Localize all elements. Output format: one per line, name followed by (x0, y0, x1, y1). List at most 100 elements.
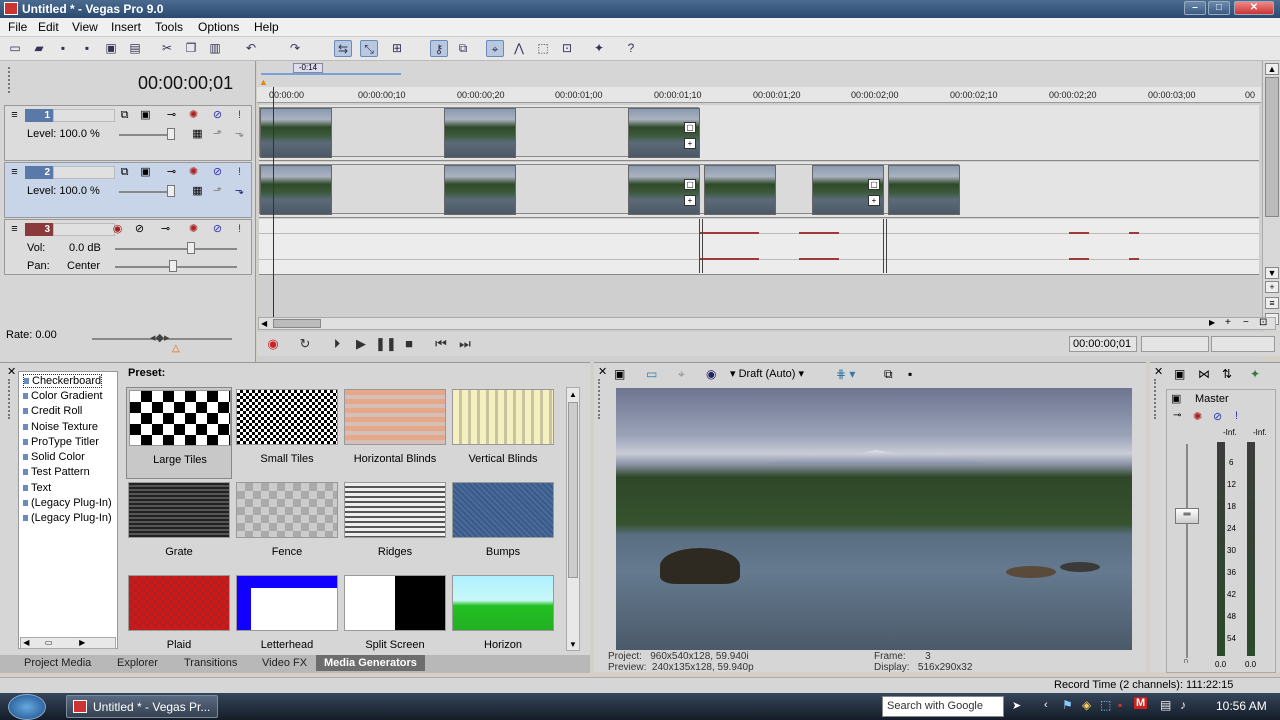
scroll-thumb[interactable] (568, 402, 578, 578)
mute-icon[interactable]: ⊸ (159, 223, 172, 236)
network-icon[interactable]: ▤ (1160, 698, 1171, 712)
pause-icon[interactable]: ❚❚ (375, 336, 397, 352)
generator-item[interactable]: ProType Titler (23, 436, 99, 448)
generator-item[interactable]: Solid Color (23, 451, 85, 463)
scroll-thumb[interactable] (273, 319, 321, 328)
fx-icon[interactable]: ✺ (187, 223, 200, 236)
track-menu-icon[interactable]: ≡ (8, 223, 21, 236)
composite-mode-icon[interactable]: ▦ (191, 185, 204, 198)
generator-item[interactable]: Noise Texture (23, 421, 98, 433)
preset-ridges[interactable]: Ridges (342, 480, 448, 572)
invert-phase-icon[interactable]: ⊘ (133, 223, 146, 236)
auto-ripple-icon[interactable]: ⇆ (334, 40, 352, 57)
render-icon[interactable]: ▣ (102, 40, 120, 57)
tab-project-media[interactable]: Project Media (24, 657, 91, 669)
arm-record-icon[interactable]: ! (233, 166, 246, 179)
level-slider-knob[interactable] (167, 185, 175, 197)
fx-icon[interactable]: ✺ (187, 166, 200, 179)
panel-grip[interactable] (8, 379, 11, 419)
cut-icon[interactable]: ✂ (158, 40, 176, 57)
close-panel-icon[interactable]: ✕ (598, 365, 607, 378)
properties-icon[interactable]: ▤ (126, 40, 144, 57)
zoom-in-time-icon[interactable]: + (1225, 317, 1231, 328)
rate-knob-icon[interactable]: ◂◆▸ (150, 331, 170, 344)
timeline-horizontal-scrollbar[interactable]: ◀ ▶ + − ⊡ (258, 317, 1276, 330)
scroll-down-icon[interactable]: ▼ (569, 640, 577, 649)
mixer-insert-bus-icon[interactable]: ⋈ (1198, 367, 1210, 381)
menu-help[interactable]: Help (254, 20, 279, 34)
scroll-up-icon[interactable]: ▲ (1265, 63, 1279, 75)
start-button[interactable] (8, 694, 46, 720)
stop-icon[interactable]: ■ (399, 336, 419, 352)
panel-grip[interactable] (8, 67, 11, 93)
tray-icon[interactable]: ▪ (1118, 698, 1122, 712)
event-edge-marker[interactable] (883, 219, 887, 273)
generator-item[interactable]: Color Gradient (23, 390, 103, 402)
event-edge-marker[interactable] (699, 219, 703, 273)
composite-mode-icon[interactable]: ▦ (191, 128, 204, 141)
solo-icon[interactable]: ⊘ (211, 166, 224, 179)
volume-slider[interactable] (115, 248, 237, 250)
close-panel-icon[interactable]: ✕ (7, 365, 16, 378)
undo-icon[interactable]: ↶ (242, 40, 260, 57)
track-2-header[interactable]: ≡ 2 ⧉ ▣ ⊸ ✺ ⊘ ! Level: 100.0 % ▦ ⬏ ⬎ (4, 162, 252, 218)
tab-video-fx[interactable]: Video FX (262, 657, 307, 669)
minimize-button[interactable]: – (1184, 1, 1206, 15)
mixer-dim-icon[interactable]: ✦ (1250, 367, 1260, 381)
play-icon[interactable]: ▶ (351, 336, 371, 352)
taskbar-clock[interactable]: 10:56 AM (1216, 699, 1267, 713)
preset-horizon[interactable]: Horizon (450, 573, 556, 665)
motion-icon[interactable]: ⧉ (118, 109, 131, 122)
menu-tools[interactable]: Tools (155, 20, 183, 34)
event-pan-crop-icon[interactable]: ▢ (868, 179, 880, 190)
open-icon[interactable]: ▰ (30, 40, 48, 57)
scroll-up-icon[interactable]: ▲ (569, 390, 577, 399)
volume-slider-knob[interactable] (187, 242, 195, 254)
track-name-field[interactable] (53, 166, 115, 179)
track-3-header[interactable]: ≡ 3 ◉ ⊘ ⊸ ✺ ⊘ ! Vol: 0.0 dB Pan: Center (4, 219, 252, 275)
preset-vertical-scrollbar[interactable]: ▲ ▼ (566, 387, 580, 651)
google-search-box[interactable]: Search with Google (882, 696, 1004, 717)
master-bus-icon[interactable]: ▣ (1171, 392, 1181, 405)
preset-bumps[interactable]: Bumps (450, 480, 556, 572)
make-child-icon[interactable]: ⬎ (233, 128, 246, 141)
preset-fence[interactable]: Fence (234, 480, 340, 572)
whats-this-icon[interactable]: ? (622, 40, 640, 57)
menu-file[interactable]: File (8, 20, 27, 34)
generator-item[interactable]: Text (23, 482, 51, 494)
mute-solo-icon[interactable]: ! (233, 223, 246, 236)
arm-record-icon[interactable]: ! (233, 109, 246, 122)
selection-tool-icon[interactable]: ⬚ (534, 40, 552, 57)
panel-grip[interactable] (1154, 379, 1157, 419)
search-arrow-icon[interactable]: ➤ (1012, 699, 1021, 712)
event-pan-crop-icon[interactable]: ▢ (684, 122, 696, 133)
taskbar-vegas-item[interactable]: Untitled * - Vegas Pr... (66, 695, 218, 718)
preset-horizontal-blinds[interactable]: Horizontal Blinds (342, 387, 448, 479)
master-fader-knob[interactable]: ═ (1175, 508, 1199, 524)
split-screen-icon[interactable]: ⌖ (678, 367, 685, 382)
tab-media-generators[interactable]: Media Generators (316, 655, 425, 671)
copy-snapshot-icon[interactable]: ⧉ (884, 367, 893, 382)
preview-quality-icon[interactable]: ◉ (706, 367, 716, 381)
scroll-thumb[interactable] (1265, 77, 1279, 217)
zoom-out-time-icon[interactable]: − (1243, 317, 1249, 328)
tray-icon[interactable]: ⚑ (1062, 698, 1073, 712)
tab-explorer[interactable]: Explorer (117, 657, 158, 669)
record-icon[interactable]: ◉ (263, 336, 283, 352)
selection-start-field[interactable] (1141, 336, 1209, 352)
event-fx-icon[interactable]: + (684, 138, 696, 149)
mute-icon[interactable]: ⊸ (165, 109, 178, 122)
go-to-start-icon[interactable]: ⏮ (431, 336, 451, 352)
ignore-grouping-icon[interactable]: ⧉ (454, 40, 472, 57)
make-parent-icon[interactable]: ⬏ (211, 185, 224, 198)
mixer-downmix-icon[interactable]: ⇅ (1222, 367, 1232, 381)
tray-icon[interactable]: ◈ (1082, 698, 1091, 712)
track-1-header[interactable]: ≡ 1 ⧉ ▣ ⊸ ✺ ⊘ ! Level: 100.0 % ▦ ⬏ ⬎ (4, 105, 252, 161)
loop-region-marker[interactable]: -0:14 (293, 63, 323, 73)
selection-length-field[interactable] (1211, 336, 1275, 352)
menu-insert[interactable]: Insert (111, 20, 141, 34)
save-icon[interactable]: ▪ (54, 40, 72, 57)
play-from-start-icon[interactable]: ⏵ (327, 336, 347, 352)
menu-edit[interactable]: Edit (38, 20, 59, 34)
auto-crossfade-icon[interactable]: ⤡ (360, 40, 378, 57)
